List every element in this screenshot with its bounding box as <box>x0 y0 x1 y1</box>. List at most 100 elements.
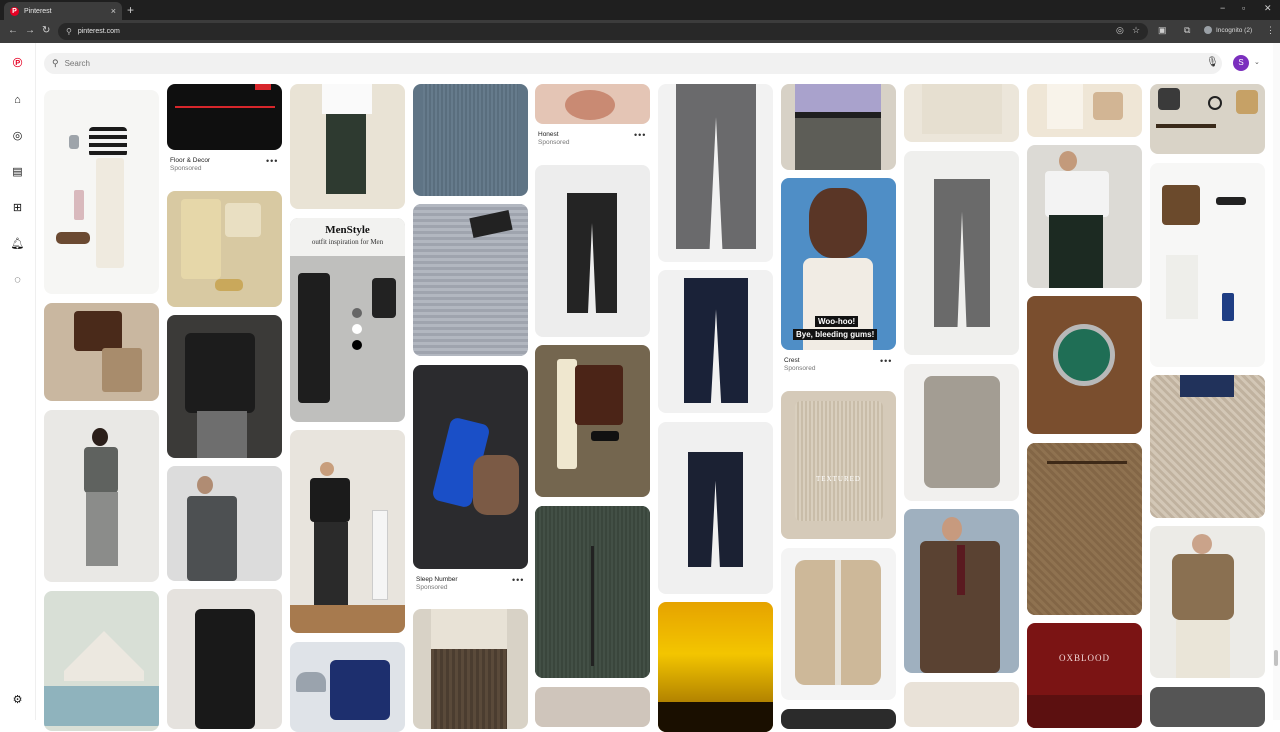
pin-partial-light[interactable] <box>904 682 1019 727</box>
close-window-button[interactable]: ✕ <box>1264 3 1272 14</box>
boards-icon[interactable]: ▤ <box>10 164 25 179</box>
pin-floor-decor-ad[interactable] <box>167 84 282 150</box>
pin-brown-pinstripe-trousers[interactable] <box>413 609 528 729</box>
bookmark-star-icon[interactable]: ☆ <box>1132 25 1140 36</box>
avatar[interactable]: S <box>1233 55 1249 71</box>
pin-black-cardigan[interactable] <box>167 315 282 458</box>
scrollbar-thumb[interactable] <box>1274 650 1278 666</box>
chevron-down-icon[interactable]: ⌄ <box>1254 58 1260 66</box>
pin-title[interactable]: Floor & Decor <box>170 157 210 164</box>
incognito-indicator[interactable]: Incognito (2) <box>1204 26 1252 34</box>
loafers-shape <box>215 279 243 291</box>
pin-green-dial-watch[interactable] <box>1027 296 1142 434</box>
pin-sunset[interactable] <box>658 602 773 732</box>
cardigan-shape <box>185 333 255 413</box>
settings-gear-icon[interactable]: ⚙ <box>10 692 25 707</box>
pin-navy-polo-cap[interactable] <box>290 642 405 732</box>
pin-brown-knit-sweater[interactable] <box>1150 526 1265 678</box>
pin-lavender-shirt[interactable] <box>781 84 896 170</box>
pin-white-shirt-green-trousers[interactable] <box>1027 145 1142 288</box>
site-info-icon[interactable]: ⚲ <box>66 27 72 36</box>
new-tab-button[interactable]: + <box>127 3 134 17</box>
extensions-icon[interactable]: ⧉ <box>1184 25 1190 36</box>
pin-oxblood[interactable]: OXBLOOD <box>1027 623 1142 728</box>
pin-textured-polo[interactable]: TEXTURED <box>781 391 896 539</box>
knit-sweater-shape <box>1172 554 1234 620</box>
more-options-button[interactable]: ••• <box>634 130 646 140</box>
pin-herringbone-polo[interactable] <box>1150 375 1265 518</box>
browser-menu-icon[interactable]: ⋮ <box>1266 25 1275 36</box>
minimize-button[interactable]: − <box>1220 3 1225 13</box>
pin-title[interactable]: Honest <box>538 131 559 138</box>
pin-brown-shirt-flatlay[interactable] <box>1150 163 1265 367</box>
pin-menstyle[interactable]: MenStyle outfit inspiration for Men <box>290 218 405 422</box>
pin-brown-suit-man[interactable] <box>904 509 1019 673</box>
pin-green-knit-zip[interactable] <box>535 506 650 678</box>
pinterest-favicon-icon: P <box>10 6 19 16</box>
tab-close-icon[interactable]: × <box>111 6 116 16</box>
pin-blue-knit-polo[interactable] <box>413 84 528 196</box>
search-bar[interactable]: ⚲ <box>44 53 1222 74</box>
search-input[interactable] <box>64 59 1065 68</box>
microphone-icon[interactable]: 🎙︎ <box>1206 57 1219 68</box>
horizon-shape <box>658 702 773 732</box>
pin-modern-house[interactable] <box>44 591 159 731</box>
explore-compass-icon[interactable]: ◎ <box>10 128 25 143</box>
brown-shirt-shape <box>74 311 122 351</box>
pin-partial-dark-pattern[interactable] <box>1150 687 1265 727</box>
pin-black-double-breasted[interactable] <box>167 589 282 729</box>
more-options-button[interactable]: ••• <box>512 575 524 585</box>
pool-shape <box>44 686 159 726</box>
pin-grey-pleated-trousers[interactable] <box>904 151 1019 355</box>
menstyle-subtitle: outfit inspiration for Men <box>311 238 384 246</box>
pin-grey-chore-jacket[interactable] <box>904 364 1019 501</box>
product-shape <box>565 90 615 120</box>
pin-sleep-number-ad[interactable] <box>413 365 528 569</box>
restore-button[interactable]: ▫ <box>1242 3 1245 13</box>
shade-shape <box>1027 695 1142 728</box>
pin-yellow-outfit-flatlay[interactable] <box>167 191 282 307</box>
pin-brown-shirt-outfit[interactable] <box>44 303 159 401</box>
tab-search-icon[interactable]: ▣ <box>1158 25 1167 36</box>
pin-cream-jacket[interactable] <box>904 84 1019 142</box>
pin-grey-striped-polo[interactable] <box>413 204 528 356</box>
notifications-bell-icon[interactable]: 🔔︎ <box>10 236 25 251</box>
home-icon[interactable]: ⌂ <box>10 92 25 107</box>
pin-man-partial[interactable] <box>535 687 650 727</box>
pin-accessories-flatlay[interactable] <box>1150 84 1265 154</box>
tracking-eye-icon[interactable]: ◎ <box>1116 25 1124 36</box>
pinterest-logo-icon[interactable]: ℗ <box>10 55 25 70</box>
pin-black-sweater-speakers[interactable] <box>290 430 405 633</box>
pin-grey-suit[interactable] <box>167 466 282 581</box>
more-options-button[interactable]: ••• <box>266 156 278 166</box>
forward-arrow-icon[interactable]: → <box>25 25 35 36</box>
pin-navy-trousers[interactable] <box>658 270 773 413</box>
pin-honest-ad[interactable] <box>535 84 650 124</box>
messages-icon[interactable]: ◌ <box>10 272 25 287</box>
knit-texture-shape <box>423 84 518 196</box>
pin-navy-straight-trousers[interactable] <box>658 422 773 594</box>
pin-grey-outfit-model[interactable] <box>44 410 159 582</box>
pin-grey-wide-trousers[interactable] <box>658 84 773 262</box>
pin-suede-jacket[interactable] <box>781 548 896 700</box>
reload-icon[interactable]: ↻ <box>42 25 50 36</box>
pin-partial-dark[interactable] <box>781 709 896 729</box>
address-bar[interactable]: ⚲ pinterest.com <box>58 23 1148 40</box>
pin-title[interactable]: Crest <box>784 357 800 364</box>
pin-brown-trousers-closeup[interactable] <box>1027 443 1142 615</box>
pin-brown-knit-outfit[interactable] <box>535 345 650 497</box>
create-plus-icon[interactable]: ⊞ <box>10 200 25 215</box>
sunglasses-shape <box>591 431 619 441</box>
pin-outfit-flatlay[interactable] <box>44 90 159 294</box>
pin-man-walking-green-trousers[interactable] <box>290 84 405 209</box>
back-arrow-icon[interactable]: ← <box>8 25 18 36</box>
model-head-shape <box>942 517 962 541</box>
pin-black-trousers[interactable] <box>535 165 650 337</box>
pin-crest-ad[interactable]: Woo-hoo! Bye, bleeding gums! <box>781 178 896 350</box>
browser-tab-pinterest[interactable]: P Pinterest × <box>4 2 122 20</box>
more-options-button[interactable]: ••• <box>880 356 892 366</box>
page-scrollbar[interactable] <box>1273 43 1280 720</box>
jacket-shape <box>372 278 396 318</box>
pin-beige-items[interactable] <box>1027 84 1142 137</box>
pin-title[interactable]: Sleep Number <box>416 576 458 583</box>
